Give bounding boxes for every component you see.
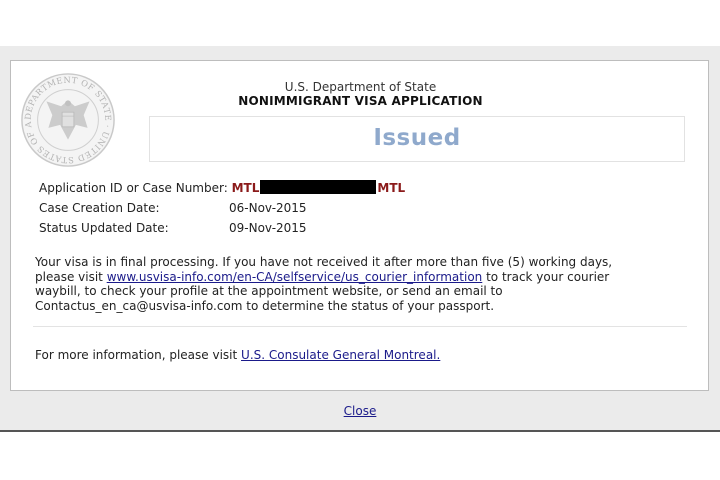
updated-date-label: Status Updated Date: bbox=[39, 221, 169, 235]
updated-date-value: 09-Nov-2015 bbox=[229, 221, 307, 235]
visa-status: Issued bbox=[373, 125, 461, 151]
case-details: Application ID or Case Number: MTL MTL Ca… bbox=[39, 178, 405, 238]
redacted-case-number bbox=[260, 180, 377, 194]
creation-date-row: Case Creation Date: 06-Nov-2015 bbox=[39, 198, 405, 218]
message-line-3: waybill, to check your profile at the ap… bbox=[35, 284, 503, 298]
updated-date-row: Status Updated Date: 09-Nov-2015 bbox=[39, 218, 405, 238]
application-id-suffix: MTL bbox=[377, 181, 406, 195]
creation-date-label: Case Creation Date: bbox=[39, 201, 160, 215]
message-line-2-start: please visit bbox=[35, 269, 107, 284]
message-line-1: Your visa is in final processing. If you… bbox=[35, 255, 613, 269]
status-box: Issued bbox=[149, 116, 685, 162]
status-message: Your visa is in final processing. If you… bbox=[35, 255, 690, 313]
department-name: U.S. Department of State bbox=[284, 80, 437, 94]
application-id-row: Application ID or Case Number: MTL MTL bbox=[39, 178, 405, 198]
creation-date-value: 06-Nov-2015 bbox=[229, 201, 307, 215]
message-line-2: please visit www.usvisa-info.com/en-CA/s… bbox=[35, 270, 690, 285]
message-line-2-end: to track your courier bbox=[482, 269, 610, 284]
consulate-link[interactable]: U.S. Consulate General Montreal. bbox=[241, 348, 440, 362]
more-info-label: For more information, please visit bbox=[35, 348, 242, 362]
application-id-label: Application ID or Case Number: bbox=[39, 181, 228, 195]
more-info-text: For more information, please visit U.S. … bbox=[35, 348, 440, 362]
dialog-frame: DEPARTMENT OF STATE · UNITED STATES OF A… bbox=[0, 46, 720, 432]
section-divider bbox=[33, 326, 687, 327]
status-panel: DEPARTMENT OF STATE · UNITED STATES OF A… bbox=[10, 60, 709, 391]
close-link[interactable]: Close bbox=[0, 404, 720, 418]
application-type-title: NONIMMIGRANT VISA APPLICATION bbox=[238, 94, 483, 108]
application-id-prefix: MTL bbox=[231, 181, 260, 195]
courier-info-link[interactable]: www.usvisa-info.com/en-CA/selfservice/us… bbox=[107, 270, 483, 284]
message-line-4: Contactus_en_ca@usvisa-info.com to deter… bbox=[35, 298, 495, 313]
